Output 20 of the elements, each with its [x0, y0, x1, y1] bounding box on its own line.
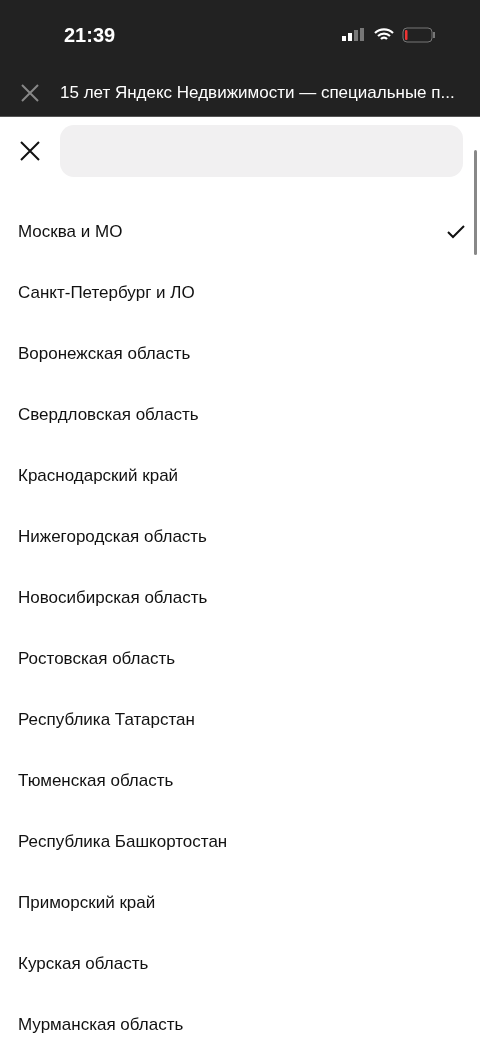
region-item[interactable]: Мурманская область	[0, 994, 480, 1043]
close-button[interactable]	[18, 139, 42, 163]
region-item[interactable]: Курская область	[0, 933, 480, 994]
region-item[interactable]: Санкт-Петербург и ЛО	[0, 262, 480, 323]
region-item[interactable]: Ростовская область	[0, 628, 480, 689]
region-item[interactable]: Приморский край	[0, 872, 480, 933]
signal-icon	[342, 28, 366, 42]
region-item[interactable]: Москва и МО	[0, 201, 480, 262]
region-item[interactable]: Республика Башкортостан	[0, 811, 480, 872]
region-item[interactable]: Новосибирская область	[0, 567, 480, 628]
region-item[interactable]: Свердловская область	[0, 384, 480, 445]
region-item[interactable]: Республика Татарстан	[0, 689, 480, 750]
battery-icon	[402, 27, 436, 43]
page-title: 15 лет Яндекс Недвижимости — специальные п...	[60, 83, 455, 103]
region-item[interactable]: Тюменская область	[0, 750, 480, 811]
status-time: 21:39	[64, 23, 116, 47]
wifi-icon	[374, 28, 394, 42]
region-item[interactable]: Воронежская область	[0, 323, 480, 384]
region-item[interactable]: Нижегородская область	[0, 506, 480, 567]
region-item[interactable]: Краснодарский край	[0, 445, 480, 506]
